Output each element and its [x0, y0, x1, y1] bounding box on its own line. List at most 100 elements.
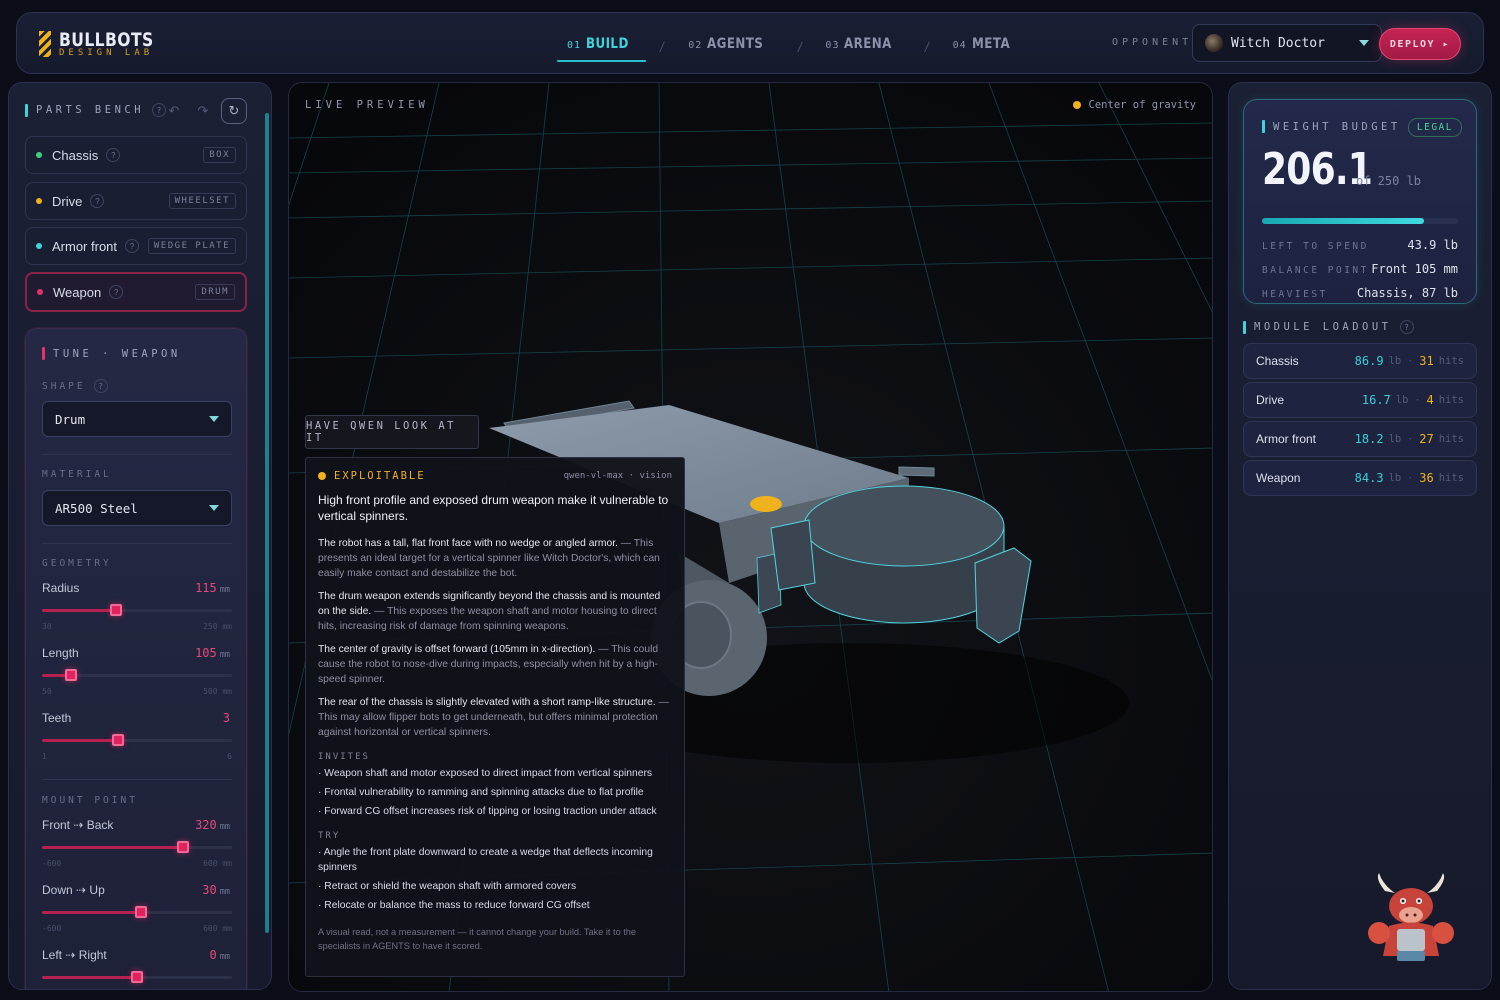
- help-icon[interactable]: ?: [93, 379, 108, 393]
- length-slider[interactable]: [42, 669, 232, 681]
- weight-progress-bar: [1262, 218, 1458, 224]
- chevron-down-icon: [209, 505, 219, 511]
- teeth-slider[interactable]: [42, 734, 232, 746]
- material-select[interactable]: AR500 Steel: [42, 490, 232, 526]
- range-max: 6: [227, 752, 232, 761]
- status-dot: [36, 152, 42, 158]
- invite-item: · Forward CG offset increases risk of ti…: [318, 806, 657, 817]
- stat-value: Chassis, 87 lb: [1356, 286, 1458, 300]
- front-back-slider[interactable]: [42, 841, 232, 853]
- status-dot: [36, 243, 42, 249]
- stat-key: BALANCE POINT: [1262, 265, 1369, 276]
- bull-mascot-icon[interactable]: [1361, 871, 1461, 966]
- weight-budget-card: WEIGHT BUDGET LEGAL 206.1 of 250 lb LEFT…: [1243, 99, 1477, 304]
- part-name: Chassis: [52, 147, 99, 163]
- module-weight: 18.2: [1354, 432, 1384, 446]
- module-hits: 31: [1419, 354, 1434, 368]
- module-hits: 36: [1419, 471, 1434, 485]
- length-label: Length: [42, 646, 79, 660]
- help-icon[interactable]: ?: [106, 148, 121, 162]
- module-separator: ·: [1407, 355, 1414, 367]
- teeth-value: 3: [223, 711, 230, 725]
- part-tag: WHEELSET: [168, 193, 236, 209]
- tab-number: 01: [567, 40, 582, 51]
- top-tab: [898, 466, 935, 477]
- tab-build[interactable]: 01 BUILD: [557, 32, 647, 62]
- down-up-label: Down ⇢ Up: [42, 883, 105, 897]
- stat-key: HEAVIEST: [1262, 289, 1328, 300]
- range-max: 500 mm: [203, 687, 232, 696]
- help-icon[interactable]: ?: [125, 239, 140, 253]
- sidebar-scrollbar[interactable]: [265, 113, 269, 933]
- deploy-button[interactable]: DEPLOY ▸: [1379, 28, 1461, 60]
- tab-arena[interactable]: 03 ARENA: [815, 32, 910, 62]
- opponent-avatar: [1205, 34, 1223, 52]
- left-right-slider[interactable]: [42, 971, 232, 983]
- module-row-drive[interactable]: Drive 16.7 lb · 4 hits: [1243, 382, 1477, 418]
- teeth-range: 16: [42, 752, 232, 761]
- tab-label: BUILD: [586, 36, 629, 52]
- radius-slider[interactable]: [42, 604, 232, 616]
- tab-label: ARENA: [844, 36, 893, 52]
- slider-thumb[interactable]: [131, 971, 143, 983]
- teeth-label: Teeth: [42, 711, 72, 725]
- slider-thumb[interactable]: [134, 906, 147, 918]
- tab-agents[interactable]: 02 AGENTS: [678, 32, 783, 62]
- part-drive[interactable]: Drive ? WHEELSET: [25, 182, 247, 220]
- redo-icon[interactable]: ↷: [191, 99, 215, 123]
- try-item: · Angle the front plate downward to crea…: [318, 847, 653, 873]
- slider-thumb[interactable]: [110, 604, 123, 616]
- module-weight-unit: lb: [1388, 433, 1402, 445]
- slider-thumb[interactable]: [112, 734, 124, 746]
- value-unit: mm: [219, 822, 230, 832]
- brand-logo[interactable]: BULLBOTS DESIGN LAB: [39, 29, 169, 59]
- slider-thumb[interactable]: [176, 841, 189, 853]
- part-armor-front[interactable]: Armor front ? WEDGE PLATE: [25, 227, 247, 265]
- radius-value: 115 mm: [195, 581, 230, 595]
- shape-label: SHAPE ?: [42, 379, 108, 393]
- value-number: 115: [195, 581, 217, 595]
- invite-item: · Frontal vulnerability to ramming and s…: [318, 787, 644, 798]
- divider: [42, 543, 232, 544]
- help-icon[interactable]: ?: [109, 285, 124, 299]
- part-tag: DRUM: [195, 284, 235, 300]
- try-label: TRY: [318, 831, 341, 841]
- material-label: MATERIAL: [42, 469, 112, 480]
- legal-badge: LEGAL: [1407, 118, 1462, 137]
- module-row-armor-front[interactable]: Armor front 18.2 lb · 27 hits: [1243, 421, 1477, 457]
- length-value: 105 mm: [195, 646, 230, 660]
- part-weapon[interactable]: Weapon ? DRUM: [25, 272, 247, 312]
- range-min: 1: [42, 752, 47, 761]
- module-weight-unit: lb: [1388, 472, 1402, 484]
- status-dot: [318, 472, 326, 480]
- down-up-slider[interactable]: [42, 906, 232, 918]
- shape-select[interactable]: Drum: [42, 401, 232, 437]
- weight-limit: of 250 lb: [1356, 174, 1422, 188]
- module-row-weapon[interactable]: Weapon 84.3 lb · 36 hits: [1243, 460, 1477, 496]
- module-name: Chassis: [1256, 354, 1299, 368]
- opponent-select[interactable]: Witch Doctor: [1192, 24, 1382, 62]
- qwen-look-button[interactable]: HAVE QWEN LOOK AT IT: [305, 415, 479, 449]
- status-dot: [37, 289, 43, 295]
- chevron-down-icon: [209, 416, 219, 422]
- undo-icon[interactable]: ↶: [162, 99, 186, 123]
- module-name: Armor front: [1256, 432, 1317, 446]
- help-icon[interactable]: ?: [1399, 320, 1414, 334]
- cog-legend-text: Center of gravity: [1088, 99, 1196, 111]
- opponent-name: Witch Doctor: [1231, 35, 1325, 51]
- module-weight: 16.7: [1361, 393, 1391, 407]
- module-row-chassis[interactable]: Chassis 86.9 lb · 31 hits: [1243, 343, 1477, 379]
- down-up-value: 30 mm: [202, 883, 230, 897]
- weight-budget-title: WEIGHT BUDGET: [1273, 120, 1401, 133]
- help-icon[interactable]: ?: [90, 194, 105, 208]
- logo-stripe-icon: [39, 31, 51, 57]
- shape-label-text: SHAPE: [42, 380, 86, 392]
- finding: The center of gravity is offset forward …: [318, 642, 672, 687]
- tune-panel: TUNE · WEAPON SHAPE ? Drum MATERIAL AR50…: [25, 328, 247, 989]
- part-chassis[interactable]: Chassis ? BOX: [25, 136, 247, 174]
- part-name: Weapon: [53, 284, 102, 300]
- reset-icon[interactable]: ↻: [221, 98, 247, 124]
- tab-meta[interactable]: 04 META: [943, 32, 1027, 62]
- slider-thumb[interactable]: [64, 669, 77, 681]
- live-preview-viewport[interactable]: LIVE PREVIEW Center of gravity HAVE QWEN…: [288, 82, 1213, 992]
